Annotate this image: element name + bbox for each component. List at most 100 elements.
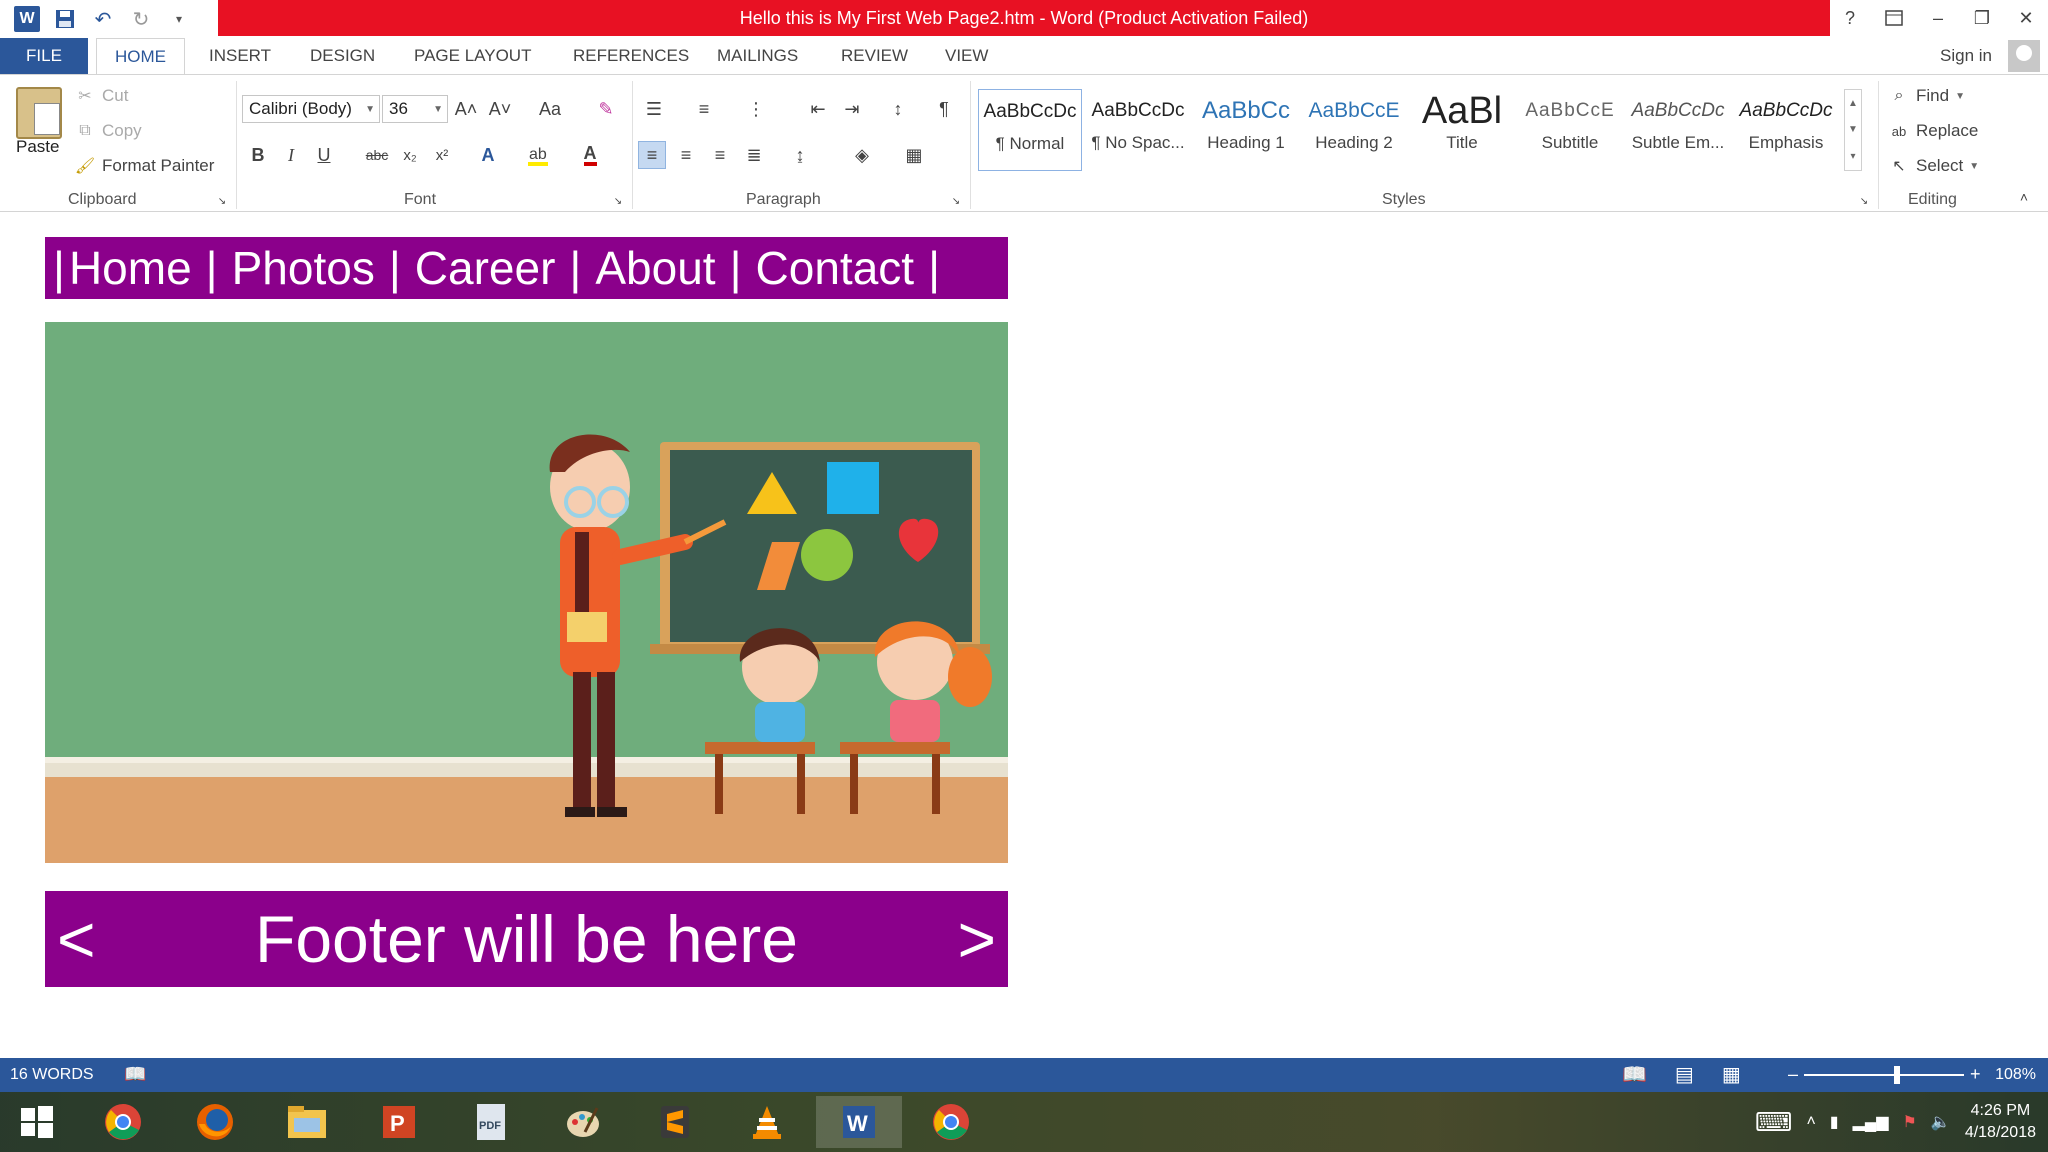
format-painter-button[interactable]: 🖌 Format Painter: [74, 155, 215, 177]
shrink-font-button[interactable]: A˅: [486, 95, 514, 123]
word-app-icon[interactable]: W: [10, 4, 44, 34]
grow-font-button[interactable]: A˄: [452, 95, 480, 123]
sort-icon[interactable]: ↕: [884, 95, 912, 123]
close-button[interactable]: ✕: [2004, 0, 2048, 36]
show-formatting-marks-icon[interactable]: ¶: [930, 95, 958, 123]
paste-button[interactable]: Paste: [16, 137, 59, 157]
nav-item-photos[interactable]: Photos: [232, 241, 375, 295]
firefox-icon[interactable]: [172, 1096, 258, 1148]
powerpoint-icon[interactable]: P: [356, 1096, 442, 1148]
bullets-icon[interactable]: ☰: [640, 95, 668, 123]
decrease-indent-icon[interactable]: ⇤: [804, 95, 832, 123]
justify-icon[interactable]: ≣: [740, 141, 768, 169]
style-heading-1[interactable]: AaBbCc Heading 1: [1194, 89, 1298, 171]
find-button[interactable]: ⌕ Find ▼: [1888, 85, 1965, 107]
zoom-level[interactable]: 108%: [1995, 1066, 2036, 1084]
word-icon[interactable]: W: [816, 1096, 902, 1148]
multilevel-list-icon[interactable]: ⋮: [742, 95, 770, 123]
keyboard-icon[interactable]: ⌨: [1755, 1107, 1793, 1138]
print-layout-icon[interactable]: ▤: [1675, 1062, 1694, 1087]
tab-file[interactable]: FILE: [0, 38, 88, 74]
nav-item-career[interactable]: Career: [415, 241, 556, 295]
flag-icon[interactable]: ⚑: [1903, 1112, 1917, 1132]
cut-button[interactable]: ✂ Cut: [74, 85, 128, 107]
collapse-ribbon-icon[interactable]: ˄: [2014, 187, 2034, 207]
footer-prev-arrow[interactable]: <: [57, 901, 96, 977]
zoom-slider[interactable]: [1804, 1065, 1965, 1084]
proofing-icon[interactable]: 📖: [124, 1064, 146, 1085]
style-subtitle[interactable]: AaBbCcE Subtitle: [1518, 89, 1622, 171]
font-name-select[interactable]: Calibri (Body) ▼: [242, 95, 380, 123]
vlc-icon[interactable]: [724, 1096, 810, 1148]
tab-mailings[interactable]: MAILINGS: [717, 38, 798, 74]
battery-icon[interactable]: ▮: [1830, 1112, 1839, 1132]
tab-page-layout[interactable]: PAGE LAYOUT: [414, 38, 531, 74]
chevron-up-icon[interactable]: ˄: [1806, 1113, 1815, 1131]
tab-references[interactable]: REFERENCES: [573, 38, 689, 74]
highlight-color-icon[interactable]: ab: [524, 141, 552, 169]
clock[interactable]: 4:26 PM 4/18/2018: [1965, 1100, 2036, 1144]
zoom-in-button[interactable]: +: [1970, 1064, 1981, 1085]
underline-button[interactable]: U: [310, 141, 338, 169]
footer-next-arrow[interactable]: >: [957, 901, 996, 977]
numbering-icon[interactable]: ≡: [690, 95, 718, 123]
styles-gallery-scroll[interactable]: ▲ ▼ ▾: [1844, 89, 1862, 171]
align-right-icon[interactable]: ≡: [706, 141, 734, 169]
style-no-spacing[interactable]: AaBbCcDc ¶ No Spac...: [1086, 89, 1190, 171]
paragraph-launcher-icon[interactable]: ↘: [948, 193, 964, 209]
customize-qat-icon[interactable]: ▾: [162, 4, 196, 34]
bold-button[interactable]: B: [244, 141, 272, 169]
change-case-button[interactable]: Aa: [528, 95, 572, 123]
increase-indent-icon[interactable]: ⇥: [838, 95, 866, 123]
file-explorer-icon[interactable]: [264, 1096, 350, 1148]
paste-icon[interactable]: [16, 87, 62, 139]
align-center-icon[interactable]: ≡: [672, 141, 700, 169]
paint-icon[interactable]: [540, 1096, 626, 1148]
tab-insert[interactable]: INSERT: [209, 38, 271, 74]
restore-button[interactable]: ❐: [1960, 0, 2004, 36]
tab-home[interactable]: HOME: [96, 38, 185, 74]
network-icon[interactable]: ▂▄▆: [1853, 1112, 1889, 1132]
style-heading-2[interactable]: AaBbCcE Heading 2: [1302, 89, 1406, 171]
user-avatar-icon[interactable]: [2008, 40, 2040, 72]
word-count[interactable]: 16 WORDS: [10, 1066, 94, 1084]
font-color-button[interactable]: A: [576, 141, 604, 169]
pdf-icon[interactable]: PDF: [448, 1096, 534, 1148]
sign-in-link[interactable]: Sign in: [1940, 46, 1992, 66]
tab-view[interactable]: VIEW: [945, 38, 988, 74]
strikethrough-button[interactable]: abc: [360, 141, 394, 169]
style-emphasis[interactable]: AaBbCcDc Emphasis: [1734, 89, 1838, 171]
shading-icon[interactable]: ◈: [848, 141, 876, 169]
undo-icon[interactable]: ↶: [86, 4, 120, 34]
zoom-slider-thumb[interactable]: [1894, 1065, 1901, 1084]
sublime-icon[interactable]: [632, 1096, 718, 1148]
tab-review[interactable]: REVIEW: [841, 38, 908, 74]
text-effects-button[interactable]: A: [474, 141, 502, 169]
style-subtle-emphasis[interactable]: AaBbCcDc Subtle Em...: [1626, 89, 1730, 171]
tab-design[interactable]: DESIGN: [310, 38, 375, 74]
select-button[interactable]: ↖ Select ▼: [1888, 155, 1979, 177]
superscript-button[interactable]: x²: [428, 141, 456, 169]
style-title[interactable]: AaBl Title: [1410, 89, 1514, 171]
style-normal[interactable]: AaBbCcDc ¶ Normal: [978, 89, 1082, 171]
save-icon[interactable]: [48, 4, 82, 34]
web-layout-icon[interactable]: ▦: [1722, 1062, 1741, 1087]
line-spacing-icon[interactable]: ↨: [786, 141, 814, 169]
chrome-icon[interactable]: [908, 1096, 994, 1148]
clipboard-launcher-icon[interactable]: ↘: [214, 193, 230, 209]
nav-item-contact[interactable]: Contact: [756, 241, 915, 295]
start-button[interactable]: [0, 1096, 74, 1148]
copy-button[interactable]: ⧉ Copy: [74, 120, 141, 142]
font-launcher-icon[interactable]: ↘: [610, 193, 626, 209]
chrome-icon[interactable]: [80, 1096, 166, 1148]
italic-button[interactable]: I: [277, 141, 305, 169]
nav-item-home[interactable]: Home: [69, 241, 192, 295]
font-size-select[interactable]: 36 ▼: [382, 95, 448, 123]
minimize-button[interactable]: –: [1916, 0, 1960, 36]
nav-item-about[interactable]: About: [595, 241, 715, 295]
read-mode-icon[interactable]: 📖: [1622, 1062, 1647, 1087]
align-left-icon[interactable]: ≡: [638, 141, 666, 169]
styles-launcher-icon[interactable]: ↘: [1856, 193, 1872, 209]
borders-icon[interactable]: ▦: [900, 141, 928, 169]
zoom-out-button[interactable]: –: [1788, 1064, 1798, 1085]
